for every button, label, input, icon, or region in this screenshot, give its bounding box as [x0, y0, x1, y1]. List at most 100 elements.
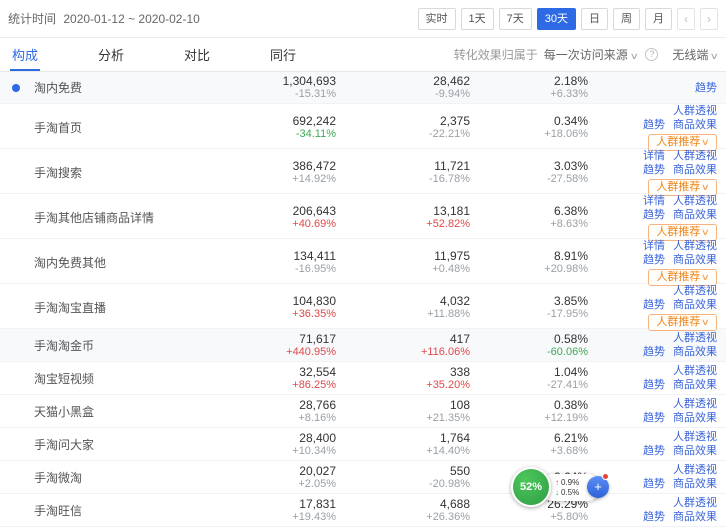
crowd-insight-link[interactable]: 人群透视	[673, 150, 717, 162]
trend-link[interactable]: 趋势	[643, 254, 665, 266]
time-button-day[interactable]: 日	[581, 8, 608, 30]
rate-cell: 2.18%+6.33%	[470, 74, 588, 101]
attribution-label: 转化效果归属于	[454, 46, 538, 63]
crowd-recommend-button[interactable]: 人群推荐∨	[648, 314, 717, 331]
rate-change: +3.68%	[470, 445, 588, 458]
attribution-value: 每一次访问来源	[544, 48, 628, 62]
rate-value: 3.03%	[470, 159, 588, 173]
buyers-change: -16.78%	[336, 173, 470, 186]
crowd-insight-link[interactable]: 人群透视	[673, 497, 717, 509]
time-button-30d[interactable]: 30天	[537, 8, 576, 30]
row-actions: 人群透视趋势商品效果	[588, 397, 726, 425]
trend-link[interactable]: 趋势	[695, 82, 717, 94]
info-icon[interactable]: ?	[645, 48, 658, 61]
buyers-change: +0.48%	[336, 263, 470, 276]
prev-page-button[interactable]: ‹	[677, 8, 695, 30]
rate-cell: 0.58%-60.06%	[470, 332, 588, 359]
buyers-value: 11,721	[336, 159, 470, 173]
chevron-down-icon: ∨	[701, 226, 710, 239]
item-effect-link[interactable]: 商品效果	[673, 478, 717, 490]
trend-link[interactable]: 趋势	[643, 478, 665, 490]
detail-link[interactable]: 详情	[643, 195, 665, 207]
table-row: 手淘搜索386,472+14.92%11,721-16.78%3.03%-27.…	[0, 149, 726, 194]
channel-cell: 手淘首页	[0, 119, 238, 136]
row-actions: 趋势	[588, 81, 726, 95]
trend-link[interactable]: 趋势	[643, 445, 665, 457]
rate-change: -27.41%	[470, 379, 588, 392]
buyers-value: 28,462	[336, 74, 470, 88]
channel-label: 手淘搜索	[34, 166, 82, 180]
visitors-cell: 386,472+14.92%	[238, 159, 336, 186]
detail-link[interactable]: 详情	[643, 150, 665, 162]
channel-cell: 手淘旺信	[0, 502, 238, 519]
crowd-insight-link[interactable]: 人群透视	[673, 195, 717, 207]
visitors-cell: 28,766+8.16%	[238, 398, 336, 425]
crowd-insight-link[interactable]: 人群透视	[673, 365, 717, 377]
item-effect-link[interactable]: 商品效果	[673, 164, 717, 176]
trend-link[interactable]: 趋势	[643, 119, 665, 131]
visitors-cell: 206,643+40.69%	[238, 204, 336, 231]
item-effect-link[interactable]: 商品效果	[673, 511, 717, 523]
tab-composition[interactable]: 构成	[8, 38, 42, 71]
trend-link[interactable]: 趋势	[643, 209, 665, 221]
item-effect-link[interactable]: 商品效果	[673, 445, 717, 457]
table-row: 天猫小黑盒28,766+8.16%108+21.35%0.38%+12.19%人…	[0, 395, 726, 428]
crowd-insight-link[interactable]: 人群透视	[673, 240, 717, 252]
terminal-select[interactable]: 无线端∨	[672, 46, 718, 63]
item-effect-link[interactable]: 商品效果	[673, 346, 717, 358]
crowd-insight-link[interactable]: 人群透视	[673, 105, 717, 117]
chevron-down-icon: ∨	[701, 271, 710, 284]
buyers-value: 550	[336, 464, 470, 478]
top-bar: 统计时间 2020-01-12 ~ 2020-02-10 实时1天7天30天日周…	[0, 0, 726, 38]
rate-value: 0.58%	[470, 332, 588, 346]
time-button-realtime[interactable]: 实时	[418, 8, 456, 30]
crowd-insight-link[interactable]: 人群透视	[673, 398, 717, 410]
visitors-cell: 134,411-16.95%	[238, 249, 336, 276]
detail-link[interactable]: 详情	[643, 240, 665, 252]
crowd-insight-link[interactable]: 人群透视	[673, 285, 717, 297]
time-button-week[interactable]: 周	[613, 8, 640, 30]
visitors-change: -16.95%	[238, 263, 336, 276]
buyers-change: -20.98%	[336, 478, 470, 491]
rate-value: 3.85%	[470, 294, 588, 308]
trend-link[interactable]: 趋势	[643, 379, 665, 391]
item-effect-link[interactable]: 商品效果	[673, 412, 717, 424]
percent-text: 52%	[520, 481, 542, 493]
time-button-7d[interactable]: 7天	[499, 8, 532, 30]
item-effect-link[interactable]: 商品效果	[673, 254, 717, 266]
trend-link[interactable]: 趋势	[643, 412, 665, 424]
trend-link[interactable]: 趋势	[643, 164, 665, 176]
tab-compare[interactable]: 对比	[180, 38, 214, 71]
trend-link[interactable]: 趋势	[643, 346, 665, 358]
crowd-insight-link[interactable]: 人群透视	[673, 332, 717, 344]
progress-circle[interactable]: 52%	[511, 467, 551, 507]
channel-label: 淘宝短视频	[34, 372, 94, 386]
buyers-cell: 417+116.06%	[336, 332, 470, 359]
buyers-cell: 11,721-16.78%	[336, 159, 470, 186]
time-button-month[interactable]: 月	[645, 8, 672, 30]
rate-change: +12.19%	[470, 412, 588, 425]
trend-link[interactable]: 趋势	[643, 299, 665, 311]
visitors-value: 28,400	[238, 431, 336, 445]
item-effect-link[interactable]: 商品效果	[673, 299, 717, 311]
rate-cell: 3.85%-17.95%	[470, 294, 588, 321]
channel-cell: 淘内免费其他	[0, 254, 238, 271]
tab-peers[interactable]: 同行	[266, 38, 300, 71]
trend-link[interactable]: 趋势	[643, 511, 665, 523]
attribution-select[interactable]: 每一次访问来源∨	[544, 46, 638, 63]
item-effect-link[interactable]: 商品效果	[673, 209, 717, 221]
time-button-1d[interactable]: 1天	[461, 8, 494, 30]
rate-value: 8.91%	[470, 249, 588, 263]
crowd-insight-link[interactable]: 人群透视	[673, 464, 717, 476]
channel-cell: 淘内免费	[0, 79, 238, 96]
buyers-change: +26.36%	[336, 511, 470, 524]
rate-value: 2.18%	[470, 74, 588, 88]
next-page-button[interactable]: ›	[700, 8, 718, 30]
buyers-value: 417	[336, 332, 470, 346]
item-effect-link[interactable]: 商品效果	[673, 119, 717, 131]
channel-label: 手淘淘宝直播	[34, 301, 106, 315]
tab-analysis[interactable]: 分析	[94, 38, 128, 71]
visitors-value: 386,472	[238, 159, 336, 173]
item-effect-link[interactable]: 商品效果	[673, 379, 717, 391]
crowd-insight-link[interactable]: 人群透视	[673, 431, 717, 443]
